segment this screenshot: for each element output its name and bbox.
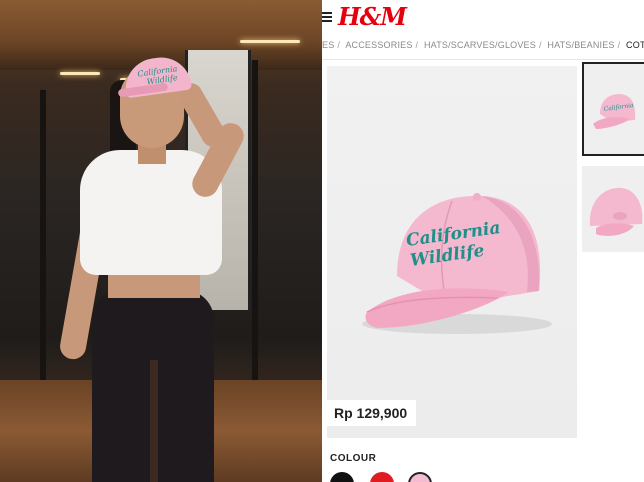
product-page: H&M ES / ACCESSORIES / HATS/SCARVES/GLOVES…	[322, 0, 644, 482]
breadcrumb-current: COTTON CAP	[626, 40, 644, 50]
hamburger-menu-icon[interactable]	[322, 12, 332, 22]
product-main-image[interactable]: California Wildlife	[327, 66, 577, 438]
cap-illustration: California Wildlife	[362, 193, 552, 334]
breadcrumb-item[interactable]: ES	[322, 40, 334, 50]
colour-swatch-red[interactable]	[370, 472, 394, 482]
breadcrumb-item[interactable]: ACCESSORIES	[345, 40, 412, 50]
product-thumbnail[interactable]	[582, 166, 644, 252]
breadcrumb-item[interactable]: HATS/SCARVES/GLOVES	[424, 40, 536, 50]
breadcrumb: ES / ACCESSORIES / HATS/SCARVES/GLOVES / HA…	[322, 40, 644, 54]
model-photo: California Wildlife	[0, 0, 322, 482]
thumbnail-cap-front: California	[593, 94, 636, 129]
product-price: Rp 129,900	[325, 400, 417, 426]
brand-logo[interactable]: H&M	[338, 2, 407, 31]
breadcrumb-item[interactable]: HATS/BEANIES	[547, 40, 614, 50]
colour-swatch-black[interactable]	[330, 472, 354, 482]
product-thumbnail-selected[interactable]: California	[582, 62, 644, 156]
top-bar: H&M	[322, 0, 644, 34]
thumbnail-cap-back	[589, 187, 643, 236]
model: California Wildlife	[0, 0, 322, 482]
colour-label: COLOUR	[330, 453, 377, 464]
divider	[322, 59, 644, 60]
colour-swatch-pink-selected[interactable]	[408, 472, 432, 482]
